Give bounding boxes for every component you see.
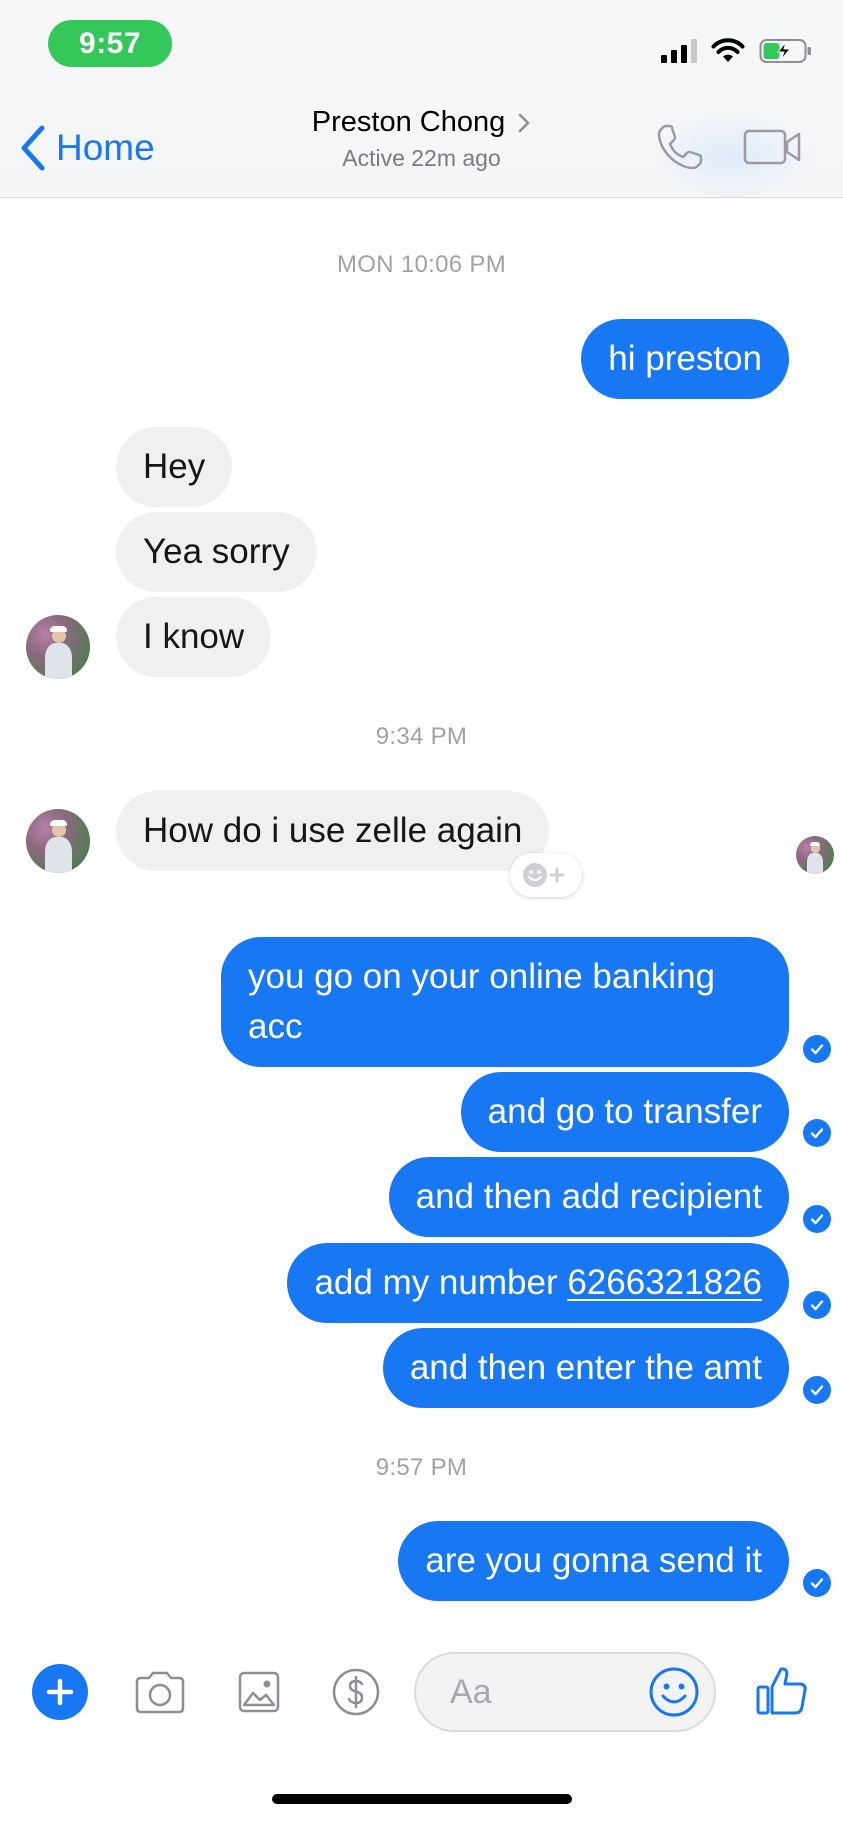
message-input[interactable] xyxy=(450,1672,650,1712)
wifi-icon xyxy=(711,38,745,62)
delivered-check-icon xyxy=(803,1035,831,1063)
back-chevron-icon xyxy=(21,125,45,171)
timestamp: MON 10:06 PM xyxy=(337,251,506,278)
message-bubble-outgoing[interactable]: and then add recipient xyxy=(388,1157,789,1237)
timestamp: 9:57 PM xyxy=(375,1454,468,1481)
chevron-right-icon xyxy=(518,113,530,132)
status-icons xyxy=(661,36,813,66)
message-input-wrapper xyxy=(414,1652,716,1732)
message-text: add my number xyxy=(314,1263,568,1302)
conversation-header: 9:57 Home Preston Chong Active 22m ago xyxy=(0,0,843,200)
message-bubble-incoming[interactable]: I know xyxy=(116,597,272,677)
message-bubble-outgoing[interactable]: add my number 6266321826 xyxy=(287,1243,789,1323)
message-bubble-incoming[interactable]: Yea sorry xyxy=(116,512,317,592)
delivered-check-icon xyxy=(803,1376,831,1404)
send-like-button[interactable] xyxy=(752,1660,812,1720)
camera-icon xyxy=(135,1671,185,1714)
delivered-check-icon xyxy=(803,1291,831,1319)
payment-dollar-icon xyxy=(332,1668,380,1716)
phone-icon[interactable] xyxy=(655,122,705,172)
contact-info-button[interactable]: Preston Chong Active 22m ago xyxy=(200,106,643,172)
message-bubble-incoming[interactable]: Hey xyxy=(116,427,233,507)
message-bubble-outgoing[interactable]: are you gonna send it xyxy=(398,1521,789,1601)
status-time[interactable]: 9:57 xyxy=(48,20,172,67)
back-button[interactable]: Home xyxy=(18,120,155,176)
delivered-check-icon xyxy=(803,1205,831,1233)
message-bubble-outgoing[interactable]: and then enter the amt xyxy=(382,1328,789,1408)
battery-charging-icon xyxy=(759,39,811,63)
thumbs-up-icon xyxy=(756,1667,807,1715)
timestamp: 9:34 PM xyxy=(375,723,468,750)
message-bubble-outgoing[interactable]: and go to transfer xyxy=(460,1072,789,1152)
message-thread[interactable]: MON 10:06 PM hi preston Hey Yea sorry I … xyxy=(0,199,843,1629)
seen-by-avatar xyxy=(796,836,834,874)
message-bubble-outgoing[interactable]: hi preston xyxy=(581,319,789,399)
more-actions-button[interactable] xyxy=(32,1664,88,1720)
message-composer xyxy=(0,1640,843,1740)
cellular-signal-icon xyxy=(661,39,697,63)
emoji-button[interactable] xyxy=(646,1664,702,1720)
message-bubble-incoming[interactable]: How do i use zelle again xyxy=(116,791,550,871)
message-bubble-outgoing[interactable]: you go on your online banking acc xyxy=(221,937,789,1067)
contact-name: Preston Chong xyxy=(311,106,506,138)
photo-icon xyxy=(238,1671,280,1713)
delivered-check-icon xyxy=(803,1119,831,1147)
video-camera-icon[interactable] xyxy=(743,129,801,165)
contact-avatar[interactable] xyxy=(26,809,90,873)
contact-name-row: Preston Chong xyxy=(200,106,643,139)
send-payment-button[interactable] xyxy=(330,1664,382,1720)
add-reaction-icon xyxy=(523,863,565,887)
delivered-check-icon xyxy=(803,1569,831,1597)
home-indicator[interactable] xyxy=(272,1794,572,1804)
header-actions xyxy=(655,122,801,172)
contact-active-status: Active 22m ago xyxy=(342,145,501,171)
phone-number-link[interactable]: 6266321826 xyxy=(567,1263,762,1303)
add-reaction-button[interactable] xyxy=(510,853,582,897)
back-label: Home xyxy=(56,127,155,168)
photo-button[interactable] xyxy=(236,1664,282,1720)
camera-button[interactable] xyxy=(132,1664,188,1720)
emoji-icon xyxy=(649,1667,699,1717)
plus-icon xyxy=(46,1678,74,1706)
contact-avatar[interactable] xyxy=(26,615,90,679)
